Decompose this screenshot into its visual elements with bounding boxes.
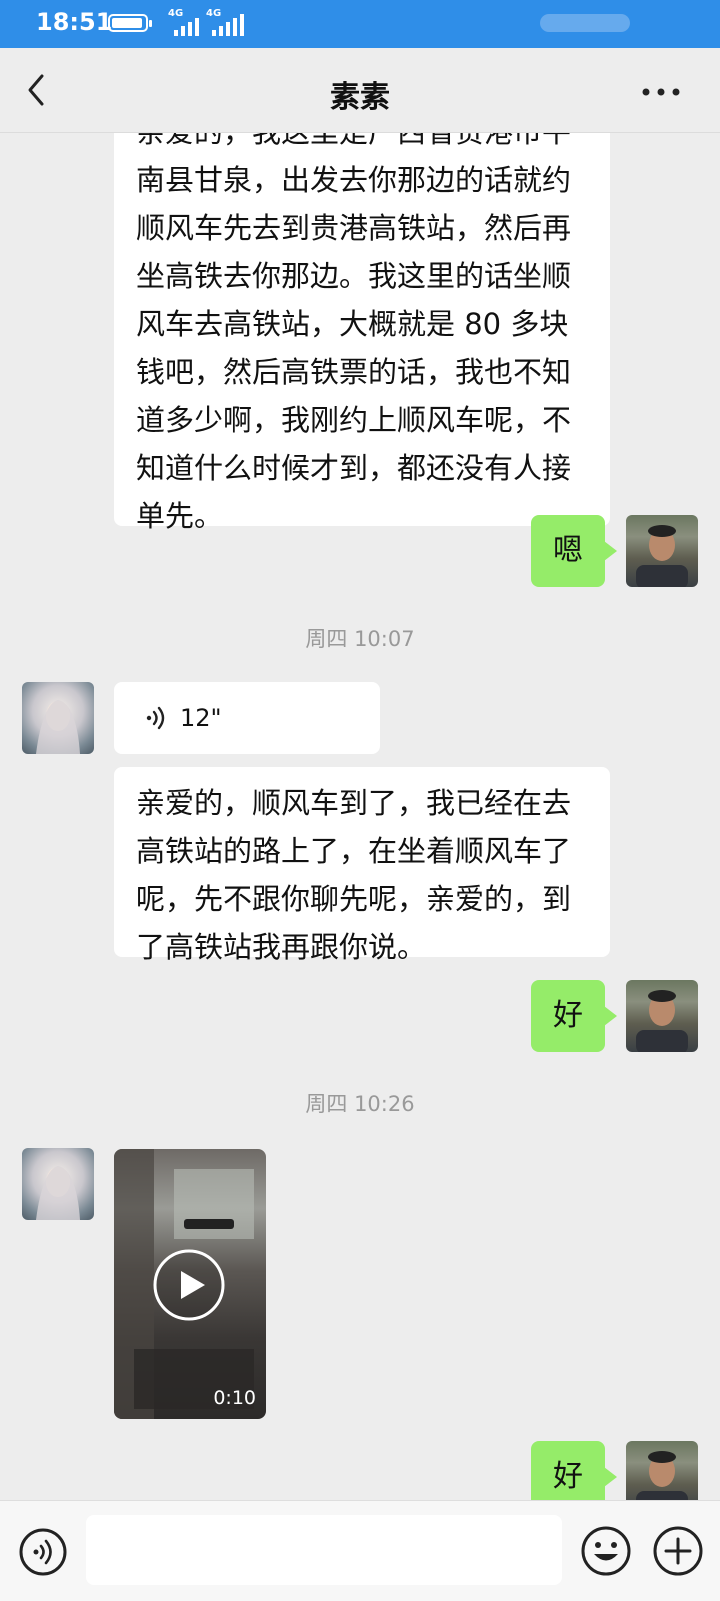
avatar-self[interactable] [626,1441,698,1500]
voice-duration: 12" [180,704,222,732]
message-line: 知道什么时候才到，都还没有人接 [136,451,572,485]
message-line: 道多少啊，我刚约上顺风车呢，不 [136,403,572,437]
message-line: 呢，先不跟你聊先呢，亲爱的，到 [136,882,572,916]
message-bubble-outgoing[interactable]: 好 [531,980,617,1052]
message-input[interactable] [86,1515,562,1585]
message-line: 风车去高铁站，大概就是 80 多块 [136,307,569,341]
avatar-contact[interactable] [22,1148,94,1220]
timestamp: 周四 10:07 [305,627,415,651]
avatar-self[interactable] [626,980,698,1052]
message-line: 了高铁站我再跟你说。 [136,930,427,964]
message-line: 南县甘泉，出发去你那边的话就约 [136,163,572,197]
message-line: 坐高铁去你那边。我这里的话坐顺 [136,259,572,293]
message-line: 高铁站的路上了，在坐着顺风车了 [136,834,572,868]
avatar-self[interactable] [626,515,698,587]
signal-icon: 4G [168,8,199,36]
signal-icon-2: 4G [206,8,244,36]
message-bubble-outgoing[interactable]: 嗯 [531,515,617,587]
battery-icon [108,14,152,32]
emoji-icon[interactable] [580,1525,632,1577]
chat-header: 素素 [0,48,720,133]
message-line: 亲爱的，顺风车到了，我已经在去 [136,786,572,820]
blurred-status-area [540,14,630,32]
play-icon[interactable] [152,1248,226,1322]
voice-icon[interactable] [18,1527,68,1577]
chat-title: 素素 [330,80,390,115]
message-bubble-incoming[interactable]: 亲爱的，我这里是广西省贵港市平 南县甘泉，出发去你那边的话就约 顺风车先去到贵港… [114,133,610,533]
status-time: 18:51 [36,8,113,36]
message-composer [0,1500,720,1601]
more-dots-icon[interactable] [640,84,690,100]
video-duration: 0:10 [213,1387,256,1409]
message-line: 钱吧，然后高铁票的话，我也不知 [136,355,572,389]
voice-message-bubble[interactable]: 12" [114,682,380,754]
plus-icon[interactable] [652,1525,704,1577]
status-bar: 18:51 4G 4G [0,0,720,48]
message-bubble-outgoing[interactable]: 好 [531,1441,617,1500]
message-bubble-incoming[interactable]: 亲爱的，顺风车到了，我已经在去 高铁站的路上了，在坐着顺风车了 呢，先不跟你聊先… [114,767,610,964]
message-line: 单先。 [136,499,224,533]
voice-icon [146,706,165,730]
network-type-2: 4G [206,8,222,19]
chat-area[interactable]: 亲爱的，我这里是广西省贵港市平 南县甘泉，出发去你那边的话就约 顺风车先去到贵港… [0,133,720,1500]
avatar-contact[interactable] [22,682,94,754]
message-line: 顺风车先去到贵港高铁站，然后再 [136,211,572,245]
network-type-1: 4G [168,8,184,19]
video-message[interactable]: 0:10 [114,1149,266,1419]
timestamp: 周四 10:26 [305,1092,415,1116]
message-line: 亲爱的，我这里是广西省贵港市平 [136,133,588,156]
